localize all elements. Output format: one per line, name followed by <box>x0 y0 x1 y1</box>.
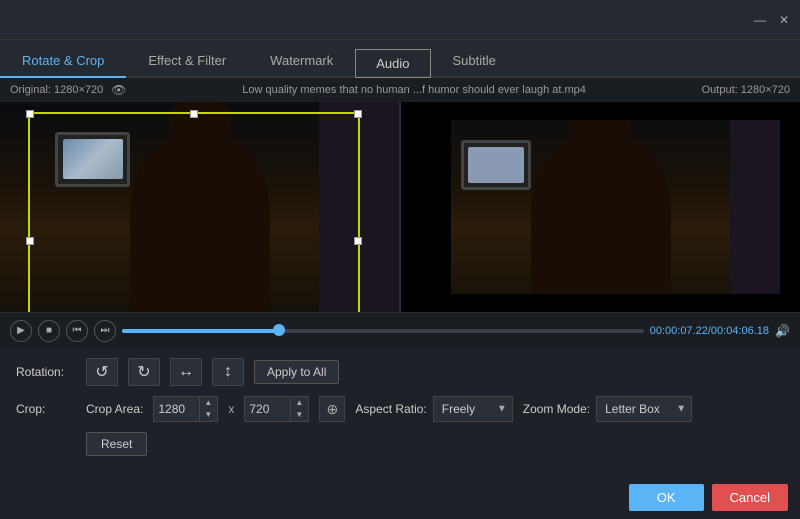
info-left: Original: 1280×720 👁 <box>10 83 127 97</box>
zoom-label: Zoom Mode: <box>523 402 590 416</box>
window-controls: — ✕ <box>752 12 792 28</box>
height-spin: ▲ ▼ <box>290 397 307 421</box>
crosshair-button[interactable]: ⊕ <box>319 396 345 422</box>
crop-handle-tl[interactable] <box>26 110 34 118</box>
aspect-label: Aspect Ratio: <box>355 402 426 416</box>
rotation-row: Rotation: ↺ ↻ ↔ ↕ Apply to All <box>16 358 784 386</box>
progress-bar[interactable] <box>122 329 644 333</box>
flip-h-icon: ↔ <box>178 363 194 381</box>
rotate-ccw-icon: ↺ <box>95 362 108 382</box>
prev-button[interactable]: ⏮ <box>66 320 88 342</box>
info-bar: Original: 1280×720 👁 Low quality memes t… <box>0 78 800 102</box>
progress-fill <box>122 329 279 333</box>
control-bar: ▶ ■ ⏮ ⏭ 00:00:07.22/00:04:06.18 🔊 <box>0 312 800 348</box>
flip-v-icon: ↕ <box>224 363 232 381</box>
close-button[interactable]: ✕ <box>776 12 792 28</box>
apply-to-all-button[interactable]: Apply to All <box>254 360 339 384</box>
crop-area-label: Crop Area: <box>86 402 143 416</box>
filename: Low quality memes that no human ...f hum… <box>242 84 586 96</box>
rotate-cw-button[interactable]: ↻ <box>128 358 160 386</box>
height-down-button[interactable]: ▼ <box>291 409 307 421</box>
reset-row: Reset <box>16 432 784 456</box>
time-total: 00:04:06.18 <box>711 325 769 337</box>
tab-audio[interactable]: Audio <box>355 49 430 78</box>
width-input-wrap: ▲ ▼ <box>153 396 218 422</box>
tab-watermark[interactable]: Watermark <box>248 45 355 78</box>
settings-area: Rotation: ↺ ↻ ↔ ↕ Apply to All Crop: Cro… <box>0 348 800 476</box>
aspect-select[interactable]: Freely 16:9 4:3 1:1 9:16 <box>433 396 513 422</box>
height-input-wrap: ▲ ▼ <box>244 396 309 422</box>
output-size: Output: 1280×720 <box>702 84 790 96</box>
tab-bar: Rotate & Crop Effect & Filter Watermark … <box>0 40 800 78</box>
right-video-mock <box>401 102 800 312</box>
rotation-label: Rotation: <box>16 365 76 379</box>
reset-button[interactable]: Reset <box>86 432 147 456</box>
tab-rotate-crop[interactable]: Rotate & Crop <box>0 45 126 78</box>
minimize-button[interactable]: — <box>752 12 768 28</box>
video-area <box>0 102 800 312</box>
height-input[interactable] <box>245 400 290 418</box>
time-current: 00:00:07.22 <box>650 325 708 337</box>
x-separator: x <box>228 402 234 416</box>
zoom-select-wrap: Letter Box Crop Pan & Scan Full ▼ <box>596 396 692 422</box>
aspect-section: Aspect Ratio: Freely 16:9 4:3 1:1 9:16 ▼ <box>355 396 512 422</box>
width-spin: ▲ ▼ <box>199 397 216 421</box>
zoom-section: Zoom Mode: Letter Box Crop Pan & Scan Fu… <box>523 396 692 422</box>
time-display: 00:00:07.22/00:04:06.18 <box>650 325 769 337</box>
rotate-ccw-button[interactable]: ↺ <box>86 358 118 386</box>
play-button[interactable]: ▶ <box>10 320 32 342</box>
ok-button[interactable]: OK <box>629 484 704 511</box>
width-up-button[interactable]: ▲ <box>200 397 216 409</box>
crop-handle-ml[interactable] <box>26 237 34 245</box>
next-button[interactable]: ⏭ <box>94 320 116 342</box>
progress-thumb[interactable] <box>273 324 285 336</box>
width-input[interactable] <box>154 400 199 418</box>
video-panel-right <box>401 102 800 312</box>
tab-effect-filter[interactable]: Effect & Filter <box>126 45 248 78</box>
crop-handle-tm[interactable] <box>190 110 198 118</box>
crop-label: Crop: <box>16 402 76 416</box>
video-panel-left <box>0 102 401 312</box>
original-size: Original: 1280×720 <box>10 84 103 96</box>
title-bar: — ✕ <box>0 0 800 40</box>
crop-handle-tr[interactable] <box>354 110 362 118</box>
height-up-button[interactable]: ▲ <box>291 397 307 409</box>
width-down-button[interactable]: ▼ <box>200 409 216 421</box>
crop-handle-mr[interactable] <box>354 237 362 245</box>
rotate-cw-icon: ↻ <box>137 362 150 382</box>
cancel-button[interactable]: Cancel <box>712 484 788 511</box>
flip-vertical-button[interactable]: ↕ <box>212 358 244 386</box>
volume-icon[interactable]: 🔊 <box>775 324 790 338</box>
crop-frame[interactable] <box>28 112 360 312</box>
stop-button[interactable]: ■ <box>38 320 60 342</box>
crosshair-icon: ⊕ <box>327 401 339 418</box>
zoom-select[interactable]: Letter Box Crop Pan & Scan Full <box>596 396 692 422</box>
aspect-select-wrap: Freely 16:9 4:3 1:1 9:16 ▼ <box>433 396 513 422</box>
eye-icon[interactable]: 👁 <box>111 83 126 97</box>
crop-row: Crop: Crop Area: ▲ ▼ x ▲ ▼ ⊕ Aspect Rati… <box>16 396 784 422</box>
footer: OK Cancel <box>617 476 800 519</box>
flip-horizontal-button[interactable]: ↔ <box>170 358 202 386</box>
tab-subtitle[interactable]: Subtitle <box>431 45 518 78</box>
